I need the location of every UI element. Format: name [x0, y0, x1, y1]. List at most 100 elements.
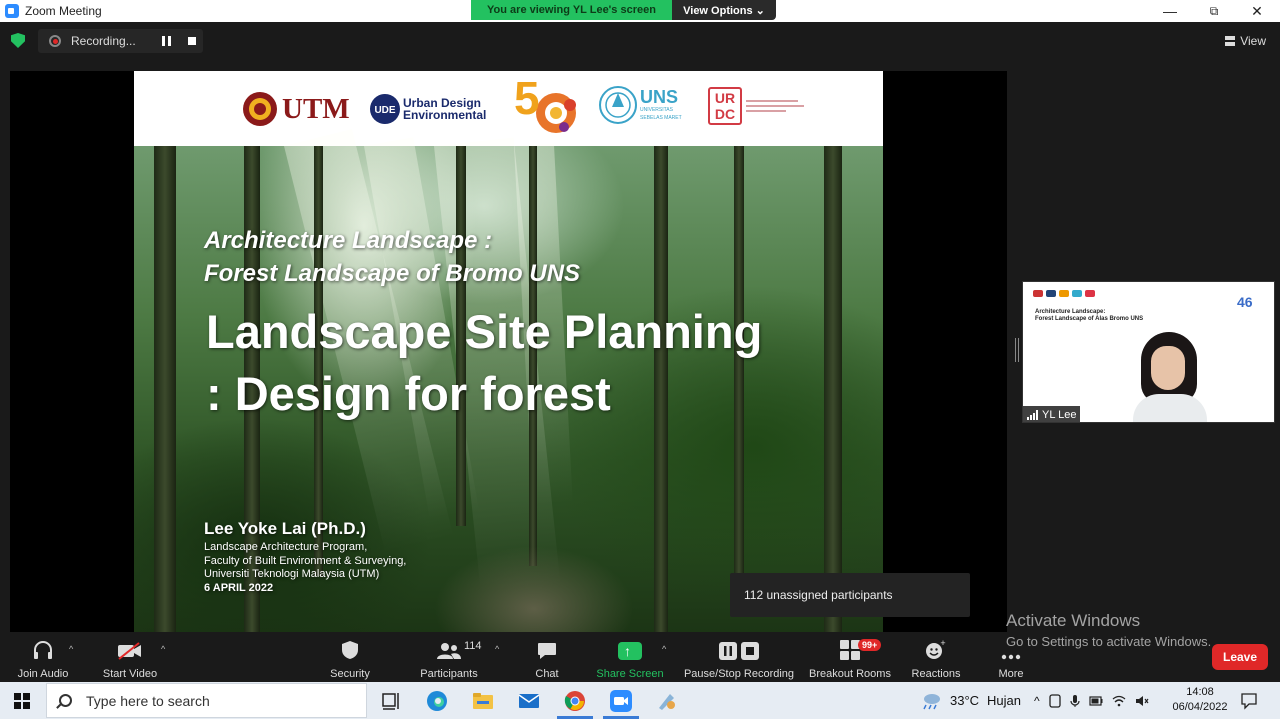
stop-icon	[741, 642, 759, 660]
uns-crest-icon	[599, 86, 637, 124]
anniversary-five: 5	[514, 72, 540, 124]
activate-windows-line1: Activate Windows	[1006, 611, 1141, 630]
join-audio-button[interactable]: Join Audio	[14, 632, 72, 682]
panel-resize-handle[interactable]	[1015, 338, 1019, 362]
taskbar-clock[interactable]: 14:08 06/04/2022	[1172, 685, 1228, 715]
participant-video-tile[interactable]: Architecture Landscape: Forest Landscape…	[1022, 281, 1275, 423]
signal-strength-icon	[1027, 410, 1038, 420]
edge-browser-icon[interactable]	[426, 690, 448, 712]
slide-affiliation: Landscape Architecture Program, Faculty …	[204, 541, 406, 582]
ude-text-line2: Environmental	[403, 108, 487, 122]
mail-icon[interactable]	[518, 690, 540, 712]
chat-label: Chat	[535, 668, 559, 680]
stop-recording-icon[interactable]	[188, 37, 196, 45]
pause-icon	[719, 642, 737, 660]
video-slide-title-line1: Architecture Landscape:	[1035, 309, 1106, 315]
pause-recording-icon[interactable]	[162, 36, 171, 46]
wifi-icon[interactable]	[1112, 695, 1126, 707]
clock-time: 14:08	[1186, 686, 1214, 698]
headphones-icon	[34, 641, 52, 659]
weather-widget[interactable]: 33°C Hujan	[920, 682, 1021, 719]
affiliation-line1: Landscape Architecture Program,	[204, 541, 368, 553]
utm-logo: UTM	[242, 91, 350, 127]
share-screen-label: Share Screen	[596, 668, 664, 680]
breakout-rooms-badge: 99+	[858, 639, 882, 651]
slide-subtitle-line2: Forest Landscape of Bromo UNS	[204, 260, 581, 287]
zoom-app-icon	[5, 4, 19, 18]
uns-logo: UNS UNIVERSITAS SEBELAS MARET	[598, 85, 682, 125]
share-options-caret-icon[interactable]: ^	[662, 644, 666, 654]
recording-label: Recording...	[71, 34, 136, 48]
task-view-icon[interactable]	[380, 690, 402, 712]
utm-crest-icon	[243, 92, 277, 126]
speaker-muted-icon[interactable]	[1135, 695, 1149, 707]
chat-button[interactable]: Chat	[530, 632, 564, 682]
window-title: Zoom Meeting	[25, 4, 102, 18]
breakout-rooms-label: Breakout Rooms	[809, 668, 891, 680]
security-shield-icon	[342, 641, 358, 659]
video-anniversary-badge: 46	[1237, 294, 1253, 310]
unassigned-participants-toast[interactable]: 112 unassigned participants	[730, 573, 970, 617]
notifications-icon[interactable]	[1240, 692, 1258, 710]
battery-icon[interactable]	[1089, 695, 1103, 707]
search-icon	[59, 694, 72, 707]
video-options-caret-icon[interactable]: ^	[161, 644, 165, 654]
breakout-rooms-icon	[840, 640, 860, 660]
close-button[interactable]: ✕	[1237, 0, 1277, 22]
urdc-line1: UR	[714, 90, 736, 106]
minimize-button[interactable]: —	[1150, 0, 1190, 22]
windows-taskbar: Type here to search 33°C Hujan ^ 14:08 0…	[0, 682, 1280, 719]
chat-bubble-icon	[538, 643, 556, 659]
paint-app-icon[interactable]	[656, 690, 678, 712]
weather-text: Hujan	[987, 693, 1022, 708]
restore-button[interactable]: ⧉	[1194, 0, 1234, 22]
system-tray: ^	[1034, 682, 1149, 719]
activate-windows-line2: Go to Settings to activate Windows.	[1006, 634, 1212, 649]
start-video-button[interactable]: Start Video	[100, 632, 160, 682]
recording-indicator: Recording...	[38, 29, 203, 53]
uns-sub1: UNIVERSITAS	[640, 107, 673, 113]
urdc-logo: UR DC	[708, 87, 806, 125]
zoom-taskbar-icon[interactable]	[610, 690, 632, 712]
uns-text: UNS	[640, 87, 679, 107]
view-grid-icon	[1225, 36, 1236, 46]
urdc-caption	[746, 97, 806, 115]
show-hidden-icons-icon[interactable]: ^	[1034, 694, 1040, 708]
leave-button[interactable]: Leave	[1212, 644, 1268, 670]
participants-caret-icon[interactable]: ^	[495, 644, 499, 654]
participants-count: 114	[464, 640, 482, 652]
more-dots-icon	[1001, 654, 1021, 660]
encryption-shield-icon[interactable]	[11, 33, 25, 48]
slide-title-line2: : Design for forest	[206, 367, 611, 420]
screen-share-banner: You are viewing YL Lee's screen View Opt…	[471, 0, 776, 20]
affiliation-line3: Universiti Teknologi Malaysia (UTM)	[204, 568, 380, 580]
meet-now-icon[interactable]	[1048, 693, 1061, 708]
weather-temp: 33°C	[950, 693, 980, 708]
view-options-dropdown[interactable]: View Options ⌄	[672, 0, 776, 20]
participant-name: YL Lee	[1042, 409, 1077, 421]
audio-options-caret-icon[interactable]: ^	[69, 644, 73, 654]
slide-title: Landscape Site Planning : Design for for…	[206, 301, 762, 425]
pause-stop-recording-label: Pause/Stop Recording	[683, 668, 795, 680]
participants-icon	[437, 643, 461, 659]
view-button[interactable]: View	[1225, 34, 1266, 48]
share-screen-button[interactable]: Share Screen	[596, 632, 664, 682]
participant-avatar	[1133, 332, 1213, 422]
reactions-button[interactable]: + Reactions	[910, 632, 962, 682]
participant-name-label: YL Lee	[1023, 406, 1081, 422]
pause-stop-recording-button[interactable]: Pause/Stop Recording	[683, 632, 795, 682]
microphone-icon[interactable]	[1070, 694, 1080, 708]
security-button[interactable]: Security	[325, 632, 375, 682]
chrome-icon[interactable]	[564, 690, 586, 712]
taskbar-search-box[interactable]: Type here to search	[46, 683, 367, 718]
share-screen-icon	[618, 642, 642, 660]
reactions-smiley-icon: +	[926, 640, 946, 659]
reactions-label: Reactions	[911, 668, 961, 680]
anniversary-logo: 5	[512, 72, 584, 139]
windows-start-icon[interactable]	[14, 693, 30, 709]
file-explorer-icon[interactable]	[472, 690, 494, 712]
taskbar-search-placeholder: Type here to search	[86, 692, 210, 709]
more-label: More	[998, 668, 1024, 680]
shared-screen: UTM UDE Urban Design Environmental 5 UNS…	[10, 71, 1007, 632]
breakout-rooms-button[interactable]: Breakout Rooms	[808, 632, 892, 682]
